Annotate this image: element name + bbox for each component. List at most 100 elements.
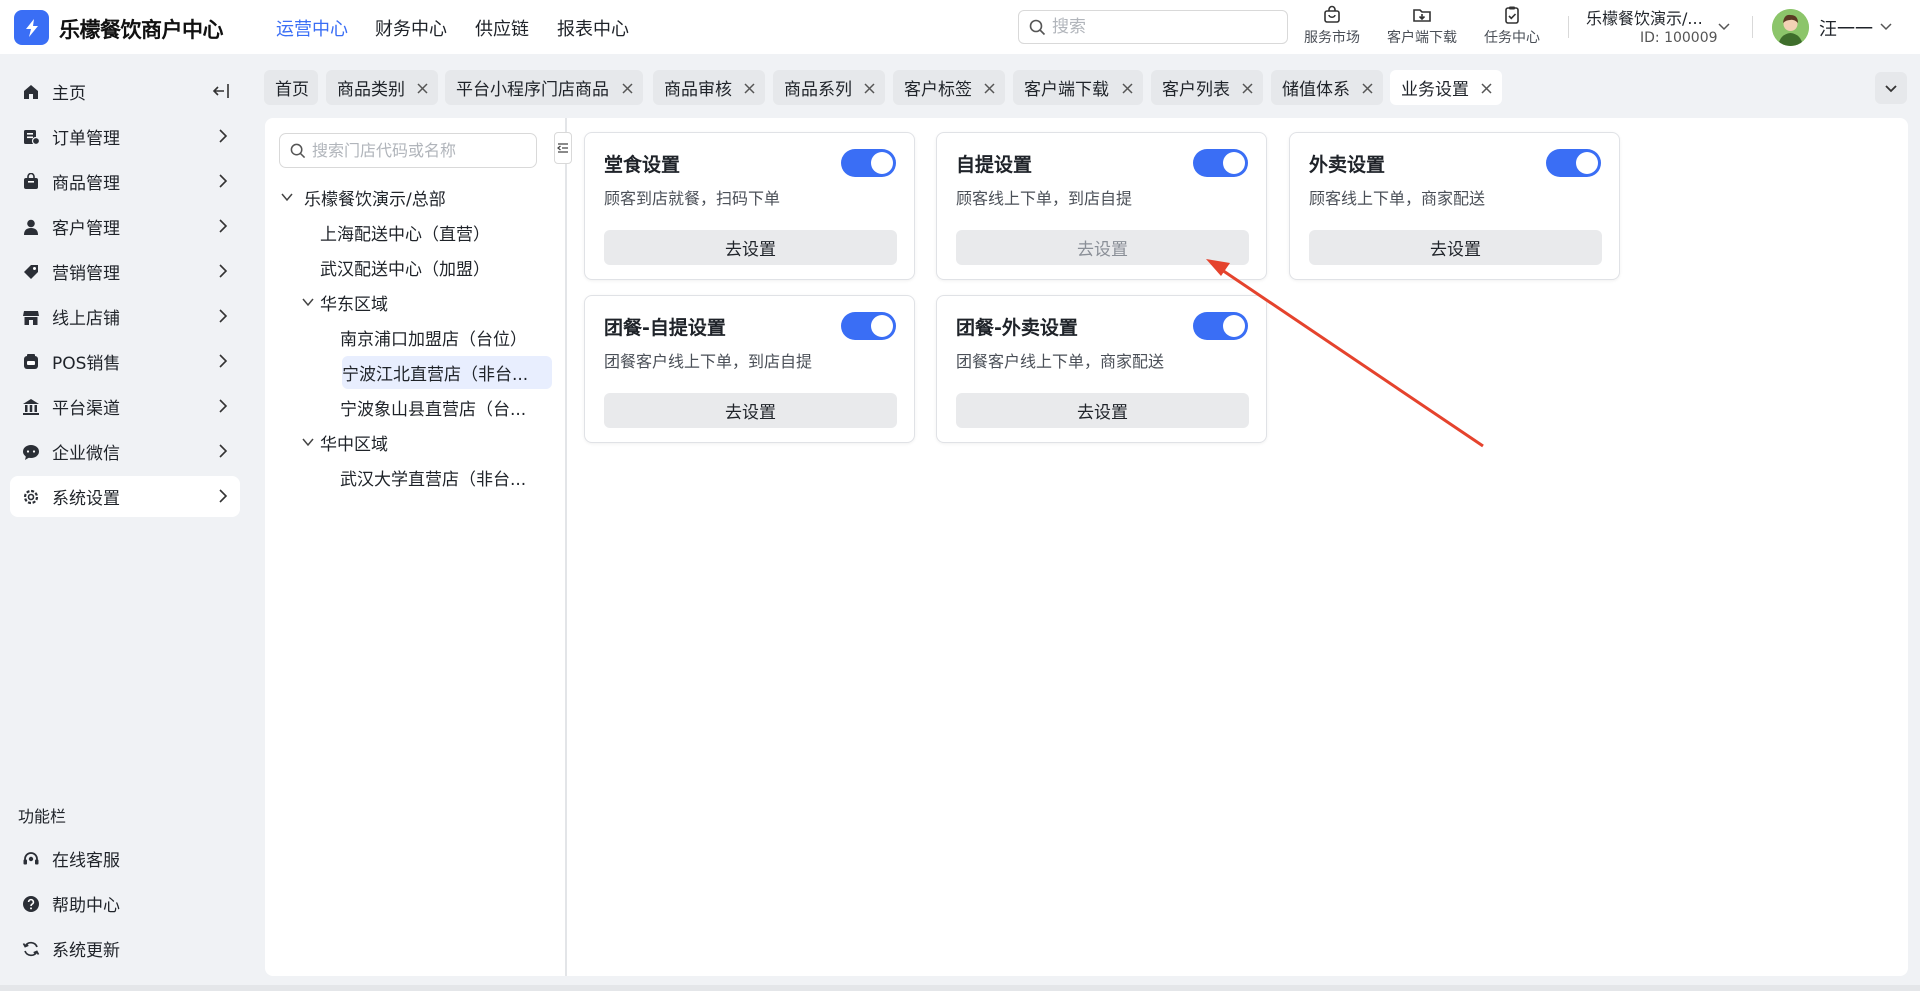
store-icon xyxy=(21,307,41,327)
chevron-down-icon[interactable] xyxy=(1879,19,1893,33)
card-title: 团餐-自提设置 xyxy=(604,317,726,339)
global-search-input[interactable] xyxy=(1052,17,1272,37)
close-icon[interactable] xyxy=(743,80,756,100)
group-pickup-settings-button[interactable]: 去设置 xyxy=(604,393,897,428)
chevron-right-icon xyxy=(218,218,228,239)
store-search[interactable] xyxy=(279,133,537,168)
sidebar-item-label: 帮助中心 xyxy=(52,896,120,916)
close-icon[interactable] xyxy=(1361,80,1374,100)
sidebar-item-home[interactable]: 主页 xyxy=(10,71,240,112)
topnav-finance[interactable]: 财务中心 xyxy=(375,15,447,41)
chevron-down-icon[interactable] xyxy=(1717,19,1731,33)
user-name[interactable]: 汪一一 xyxy=(1819,15,1873,41)
sidebar-item-products[interactable]: 商品管理 xyxy=(10,161,240,202)
sidebar-item-label: 在线客服 xyxy=(52,851,120,871)
delivery-toggle[interactable] xyxy=(1546,149,1601,177)
close-icon[interactable] xyxy=(1480,80,1493,100)
sidebar-item-marketing[interactable]: 营销管理 xyxy=(10,251,240,292)
sidebar-item-wecom[interactable]: 企业微信 xyxy=(10,431,240,472)
tab-product-series[interactable]: 商品系列 xyxy=(773,70,885,105)
close-icon[interactable] xyxy=(863,80,876,100)
delivery-settings-button[interactable]: 去设置 xyxy=(1309,230,1602,265)
tab-business-settings[interactable]: 业务设置 xyxy=(1390,70,1502,105)
close-icon[interactable] xyxy=(983,80,996,100)
client-download-label: 客户端下载 xyxy=(1387,30,1457,46)
sidebar-item-help-center[interactable]: 帮助中心 xyxy=(10,883,240,924)
sidebar-item-label: 营销管理 xyxy=(52,264,120,284)
pickup-toggle[interactable] xyxy=(1193,149,1248,177)
setting-card-dine-in: 堂食设置 顾客到店就餐，扫码下单 去设置 xyxy=(584,132,915,280)
tree-node-store[interactable]: 武汉大学直营店（非台... xyxy=(340,461,550,494)
bottom-edge xyxy=(0,985,1920,991)
sidebar-item-system-settings[interactable]: 系统设置 xyxy=(10,476,240,517)
client-download-button[interactable]: 客户端下载 xyxy=(1382,5,1462,49)
group-delivery-toggle[interactable] xyxy=(1193,312,1248,340)
tab-stored-value[interactable]: 储值体系 xyxy=(1271,70,1383,105)
tabs-more-button[interactable] xyxy=(1875,72,1907,104)
sidebar-item-platform-channels[interactable]: 平台渠道 xyxy=(10,386,240,427)
tab-mini-program-products[interactable]: 平台小程序门店商品 xyxy=(445,70,643,105)
tree-node-root[interactable]: 乐檬餐饮演示/总部 xyxy=(279,181,529,214)
headset-icon xyxy=(21,849,41,869)
close-icon[interactable] xyxy=(416,80,429,100)
chevron-down-icon[interactable] xyxy=(300,294,316,310)
topnav-reports[interactable]: 报表中心 xyxy=(557,15,629,41)
collapse-tree-button[interactable] xyxy=(554,132,572,164)
tab-customer-list[interactable]: 客户列表 xyxy=(1151,70,1263,105)
tab-label: 储值体系 xyxy=(1282,80,1350,100)
sidebar-item-customers[interactable]: 客户管理 xyxy=(10,206,240,247)
sidebar-item-label: 系统更新 xyxy=(52,941,120,961)
dine-in-settings-button[interactable]: 去设置 xyxy=(604,230,897,265)
dine-in-toggle[interactable] xyxy=(841,149,896,177)
tree-node-store[interactable]: 南京浦口加盟店（台位） xyxy=(340,321,550,354)
collapse-sidebar-icon[interactable] xyxy=(212,83,230,104)
tab-label: 商品审核 xyxy=(664,80,732,100)
tree-node-label: 武汉配送中心（加盟） xyxy=(320,260,490,280)
close-icon[interactable] xyxy=(621,80,634,100)
sidebar-item-online-store[interactable]: 线上店铺 xyxy=(10,296,240,337)
tree-node-store[interactable]: 武汉配送中心（加盟） xyxy=(320,251,540,284)
tab-home[interactable]: 首页 xyxy=(264,70,318,105)
topnav-operations[interactable]: 运营中心 xyxy=(276,15,348,41)
collapse-icon xyxy=(557,143,568,153)
tree-node-region-east[interactable]: 华东区域 xyxy=(300,286,530,319)
tab-customer-tags[interactable]: 客户标签 xyxy=(893,70,1005,105)
panel-divider[interactable] xyxy=(565,118,567,976)
service-market-label: 服务市场 xyxy=(1304,30,1360,46)
sidebar-item-system-update[interactable]: 系统更新 xyxy=(10,928,240,969)
chevron-down-icon[interactable] xyxy=(300,434,316,450)
tab-client-download[interactable]: 客户端下载 xyxy=(1013,70,1143,105)
sidebar-item-label: 线上店铺 xyxy=(52,309,120,329)
tree-node-store[interactable]: 上海配送中心（直营） xyxy=(320,216,540,249)
group-delivery-settings-button[interactable]: 去设置 xyxy=(956,393,1249,428)
close-icon[interactable] xyxy=(1121,80,1134,100)
org-name[interactable]: 乐檬餐饮演示/... xyxy=(1586,5,1703,29)
topnav-supply-chain[interactable]: 供应链 xyxy=(475,15,529,41)
sidebar-item-pos[interactable]: POS销售 xyxy=(10,341,240,382)
global-search[interactable] xyxy=(1018,10,1288,44)
top-bar: 乐檬餐饮商户中心 运营中心 财务中心 供应链 报表中心 服务市场 xyxy=(0,0,1920,54)
store-search-input[interactable] xyxy=(312,141,527,160)
close-icon[interactable] xyxy=(1241,80,1254,100)
card-description: 顾客线上下单，商家配送 xyxy=(1309,189,1486,208)
avatar[interactable] xyxy=(1772,9,1809,46)
chevron-down-icon[interactable] xyxy=(279,189,295,205)
tree-node-label: 华中区域 xyxy=(320,435,388,455)
sidebar-item-orders[interactable]: 订单管理 xyxy=(10,116,240,157)
tab-product-category[interactable]: 商品类别 xyxy=(326,70,438,105)
task-center-label: 任务中心 xyxy=(1484,30,1540,46)
sidebar-item-label: 客户管理 xyxy=(52,219,120,239)
tree-node-region-central[interactable]: 华中区域 xyxy=(300,426,530,459)
task-center-button[interactable]: 任务中心 xyxy=(1472,5,1552,49)
app-logo-icon[interactable] xyxy=(14,10,49,45)
service-market-button[interactable]: 服务市场 xyxy=(1292,5,1372,49)
tree-node-store[interactable]: 宁波象山县直营店（台... xyxy=(340,391,550,424)
pickup-settings-button[interactable]: 去设置 xyxy=(956,230,1249,265)
bank-icon xyxy=(21,397,41,417)
tab-label: 业务设置 xyxy=(1401,80,1469,100)
tab-product-review[interactable]: 商品审核 xyxy=(653,70,765,105)
group-pickup-toggle[interactable] xyxy=(841,312,896,340)
order-icon xyxy=(21,127,41,147)
tree-node-store-selected[interactable]: 宁波江北直营店（非台... xyxy=(342,356,552,389)
sidebar-item-online-service[interactable]: 在线客服 xyxy=(10,838,240,879)
